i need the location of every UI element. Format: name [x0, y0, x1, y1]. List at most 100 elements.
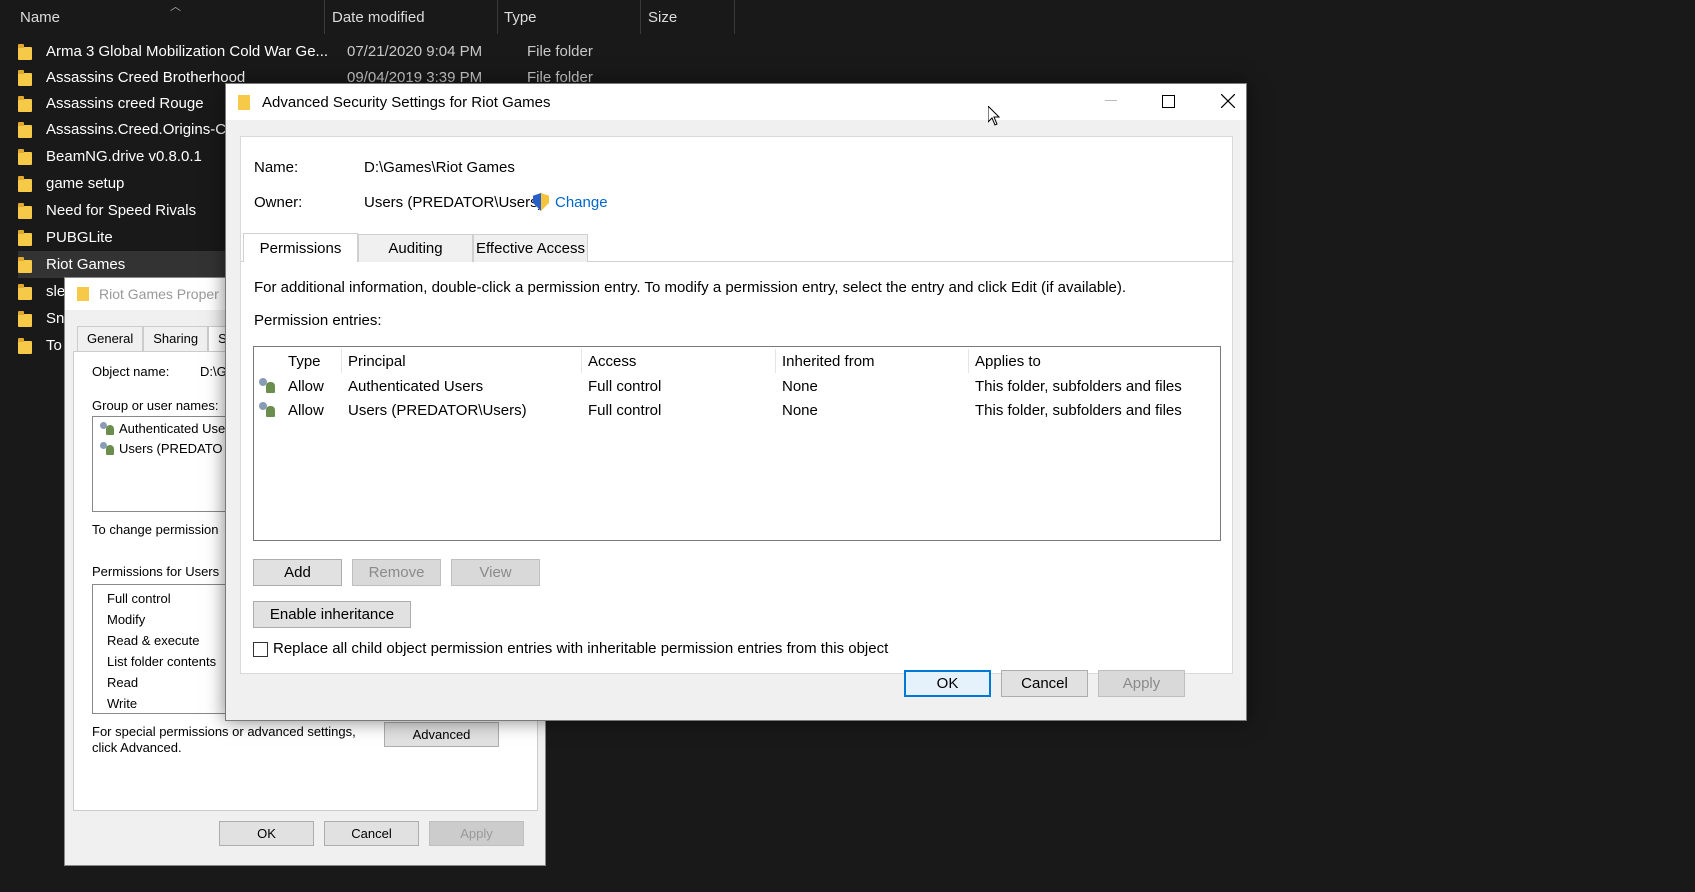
dialog-titlebar[interactable]: Advanced Security Settings for Riot Game… — [226, 84, 1246, 120]
table-row[interactable]: Allow Users (PREDATOR\Users) Full contro… — [254, 398, 1220, 422]
column-header-type-label: Type — [504, 8, 537, 26]
view-button[interactable]: View — [451, 559, 540, 586]
close-icon — [1221, 94, 1235, 108]
name-label: Name: — [254, 159, 299, 176]
users-icon — [99, 441, 115, 456]
folder-icon — [18, 69, 32, 86]
column-header-name-label: Name — [20, 8, 61, 26]
column-divider[interactable] — [640, 0, 641, 34]
entry-principal: Authenticated Users — [348, 377, 484, 395]
header-label: Inherited from — [782, 352, 875, 370]
button-label: View — [479, 564, 512, 581]
owner-label: Owner: — [254, 194, 303, 211]
permission-item: Write — [107, 696, 138, 711]
column-header-principal[interactable]: Principal — [342, 349, 582, 373]
permission-item: Read & execute — [107, 633, 200, 648]
column-header-access[interactable]: Access — [582, 349, 776, 373]
tab-effective-access[interactable]: Effective Access — [473, 234, 588, 262]
header-label: Principal — [348, 352, 406, 370]
dialog-body: Name: D:\Games\Riot Games Owner: Users (… — [240, 136, 1234, 674]
apply-button[interactable]: Apply — [1098, 670, 1185, 697]
folder-icon — [18, 43, 32, 60]
add-button[interactable]: Add — [253, 559, 342, 586]
folder-icon — [18, 121, 32, 138]
file-row[interactable]: Arma 3 Global Mobilization Cold War Ge..… — [18, 38, 778, 65]
entry-applies: This folder, subfolders and files — [975, 377, 1182, 395]
tab-sharing[interactable]: Sharing — [143, 326, 209, 352]
ok-button[interactable]: OK — [904, 670, 991, 697]
button-label: Apply — [460, 826, 493, 841]
column-header-date[interactable]: Date modified — [332, 0, 492, 34]
folder-icon — [18, 337, 32, 354]
file-date: 07/21/2020 9:04 PM — [347, 43, 483, 60]
folder-icon — [18, 95, 32, 112]
column-divider[interactable] — [497, 0, 498, 34]
button-label: OK — [936, 675, 959, 692]
properties-tabs: General Sharing S — [77, 326, 237, 352]
entry-inherited: None — [782, 377, 818, 395]
maximize-button[interactable] — [1139, 84, 1197, 118]
users-icon — [99, 421, 115, 436]
uac-shield-icon — [533, 193, 549, 211]
folder-icon — [18, 148, 32, 165]
object-name-value: D:\G — [200, 364, 227, 379]
mouse-cursor-icon — [988, 106, 1000, 126]
tab-general[interactable]: General — [77, 326, 144, 352]
minimize-button[interactable] — [1082, 84, 1140, 118]
permission-item: Full control — [107, 591, 171, 606]
name-value: D:\Games\Riot Games — [364, 159, 515, 176]
button-label: Remove — [368, 564, 425, 581]
entry-type: Allow — [288, 401, 324, 419]
header-label: Type — [288, 352, 321, 370]
column-header-type[interactable]: Type — [282, 349, 342, 373]
button-label: Apply — [1122, 675, 1161, 692]
entry-inherited: None — [782, 401, 818, 419]
table-row[interactable]: Allow Authenticated Users Full control N… — [254, 374, 1220, 398]
button-label: Cancel — [1021, 675, 1068, 692]
column-header-size[interactable]: Size — [648, 0, 738, 34]
file-type: File folder — [527, 43, 593, 60]
enable-inheritance-button[interactable]: Enable inheritance — [253, 601, 411, 628]
users-icon — [258, 402, 276, 418]
column-header-inherited-from[interactable]: Inherited from — [776, 349, 969, 373]
entry-access: Full control — [588, 401, 662, 419]
list-item[interactable]: Authenticated Use — [99, 421, 225, 436]
list-item[interactable]: Users (PREDATO — [99, 441, 223, 456]
tab-permissions[interactable]: Permissions — [243, 233, 358, 262]
change-permission-text: To change permission — [92, 522, 219, 537]
maximize-icon — [1161, 94, 1175, 108]
button-label: Add — [284, 564, 311, 581]
column-divider[interactable] — [324, 0, 325, 34]
replace-child-permissions-checkbox[interactable] — [253, 642, 268, 657]
folder-icon — [18, 229, 32, 246]
cancel-button[interactable]: Cancel — [324, 821, 419, 846]
button-label: Enable inheritance — [269, 606, 395, 623]
tab-label: Permissions — [259, 239, 342, 257]
tab-auditing[interactable]: Auditing — [358, 234, 473, 262]
folder-icon — [238, 94, 250, 110]
permissions-for-label: Permissions for Users — [92, 564, 220, 579]
entry-access: Full control — [588, 377, 662, 395]
column-divider[interactable] — [734, 0, 735, 34]
replace-child-permissions-label: Replace all child object permission entr… — [273, 640, 889, 657]
apply-button[interactable]: Apply — [429, 821, 524, 846]
change-owner-link[interactable]: Change — [555, 194, 608, 211]
file-name: Arma 3 Global Mobilization Cold War Ge..… — [46, 43, 329, 60]
column-header-date-label: Date modified — [332, 8, 425, 26]
column-header-applies-to[interactable]: Applies to — [969, 349, 1209, 373]
tab-label: Sharing — [153, 331, 199, 346]
permission-entries-label: Permission entries: — [254, 312, 382, 329]
folder-icon — [18, 283, 32, 300]
permission-entries-table[interactable]: Type Principal Access Inherited from App… — [253, 346, 1221, 541]
column-header-name[interactable]: Name — [20, 0, 320, 34]
close-button[interactable] — [1199, 84, 1257, 118]
folder-icon — [77, 287, 89, 301]
column-header-type[interactable]: Type — [504, 0, 634, 34]
cancel-button[interactable]: Cancel — [1001, 670, 1088, 697]
ok-button[interactable]: OK — [219, 821, 314, 846]
owner-value: Users (PREDATOR\Users) — [364, 194, 543, 211]
special-permissions-text: click Advanced. — [92, 740, 182, 755]
folder-icon — [18, 256, 32, 273]
advanced-button[interactable]: Advanced — [384, 722, 499, 747]
remove-button[interactable]: Remove — [352, 559, 441, 586]
